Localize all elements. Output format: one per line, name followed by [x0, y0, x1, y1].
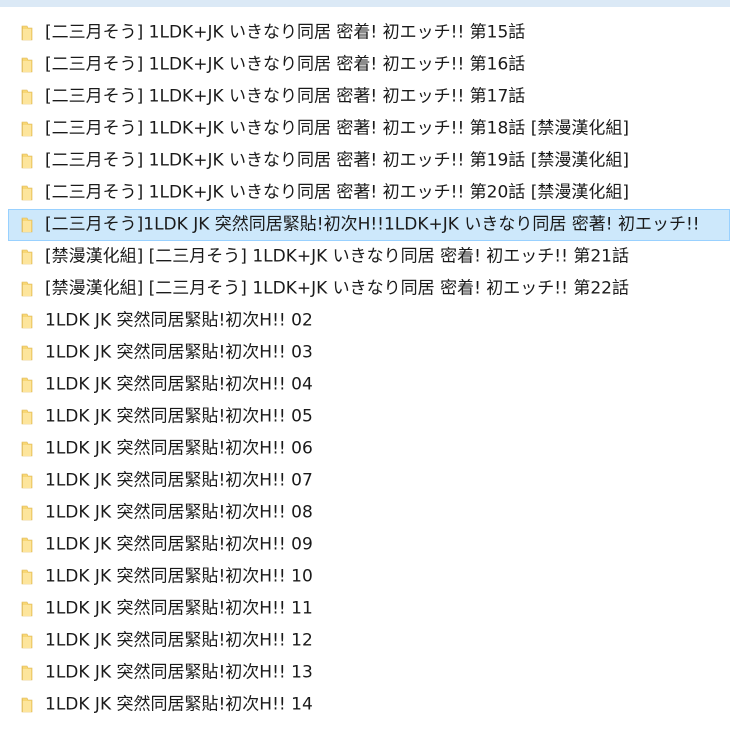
- folder-icon: [19, 89, 35, 105]
- folder-icon: [19, 473, 35, 489]
- folder-icon: [19, 153, 35, 169]
- folder-row[interactable]: 1LDK JK 突然同居緊貼!初次H!! 11: [0, 593, 730, 625]
- file-list: [二三月そう] 1LDK+JK いきなり同居 密着! 初エッチ!! 第15話 [二…: [0, 17, 730, 721]
- folder-name: 1LDK JK 突然同居緊貼!初次H!! 14: [45, 694, 313, 715]
- folder-name: [二三月そう] 1LDK+JK いきなり同居 密著! 初エッチ!! 第20話 […: [45, 182, 629, 203]
- folder-name: 1LDK JK 突然同居緊貼!初次H!! 10: [45, 566, 313, 587]
- folder-icon: [19, 697, 35, 713]
- folder-row[interactable]: 1LDK JK 突然同居緊貼!初次H!! 10: [0, 561, 730, 593]
- folder-row[interactable]: [禁漫漢化組] [二三月そう] 1LDK+JK いきなり同居 密着! 初エッチ!…: [0, 241, 730, 273]
- folder-name: [禁漫漢化組] [二三月そう] 1LDK+JK いきなり同居 密着! 初エッチ!…: [45, 246, 629, 267]
- folder-row[interactable]: [二三月そう] 1LDK+JK いきなり同居 密着! 初エッチ!! 第16話: [0, 49, 730, 81]
- folder-row[interactable]: 1LDK JK 突然同居緊貼!初次H!! 02: [0, 305, 730, 337]
- folder-icon: [19, 665, 35, 681]
- folder-row[interactable]: 1LDK JK 突然同居緊貼!初次H!! 14: [0, 689, 730, 721]
- folder-icon: [19, 505, 35, 521]
- folder-icon: [19, 57, 35, 73]
- folder-icon: [19, 409, 35, 425]
- folder-name: 1LDK JK 突然同居緊貼!初次H!! 04: [45, 374, 313, 395]
- folder-icon: [19, 345, 35, 361]
- folder-row[interactable]: 1LDK JK 突然同居緊貼!初次H!! 12: [0, 625, 730, 657]
- folder-name: 1LDK JK 突然同居緊貼!初次H!! 05: [45, 406, 313, 427]
- folder-name: [禁漫漢化組] [二三月そう] 1LDK+JK いきなり同居 密着! 初エッチ!…: [45, 278, 629, 299]
- folder-row[interactable]: [二三月そう] 1LDK+JK いきなり同居 密着! 初エッチ!! 第15話: [0, 17, 730, 49]
- folder-icon: [19, 313, 35, 329]
- folder-icon: [19, 601, 35, 617]
- folder-row[interactable]: 1LDK JK 突然同居緊貼!初次H!! 13: [0, 657, 730, 689]
- folder-row[interactable]: 1LDK JK 突然同居緊貼!初次H!! 04: [0, 369, 730, 401]
- folder-icon: [19, 633, 35, 649]
- folder-name: 1LDK JK 突然同居緊貼!初次H!! 08: [45, 502, 313, 523]
- folder-row[interactable]: 1LDK JK 突然同居緊貼!初次H!! 06: [0, 433, 730, 465]
- folder-name: 1LDK JK 突然同居緊貼!初次H!! 13: [45, 662, 313, 683]
- folder-icon: [19, 569, 35, 585]
- folder-row[interactable]: [二三月そう] 1LDK+JK いきなり同居 密著! 初エッチ!! 第18話 […: [0, 113, 730, 145]
- folder-row[interactable]: [二三月そう] 1LDK+JK いきなり同居 密著! 初エッチ!! 第19話 […: [0, 145, 730, 177]
- folder-icon: [19, 249, 35, 265]
- folder-icon: [19, 217, 35, 233]
- folder-row[interactable]: [二三月そう] 1LDK+JK いきなり同居 密著! 初エッチ!! 第17話: [0, 81, 730, 113]
- folder-name: [二三月そう] 1LDK+JK いきなり同居 密著! 初エッチ!! 第18話 […: [45, 118, 629, 139]
- folder-name: 1LDK JK 突然同居緊貼!初次H!! 11: [45, 598, 313, 619]
- folder-name: 1LDK JK 突然同居緊貼!初次H!! 07: [45, 470, 313, 491]
- folder-row[interactable]: [二三月そう]1LDK JK 突然同居緊貼!初次H!!1LDK+JK いきなり同…: [8, 209, 730, 241]
- folder-row[interactable]: 1LDK JK 突然同居緊貼!初次H!! 03: [0, 337, 730, 369]
- folder-name: [二三月そう]1LDK JK 突然同居緊貼!初次H!!1LDK+JK いきなり同…: [45, 214, 700, 235]
- folder-icon: [19, 25, 35, 41]
- folder-name: [二三月そう] 1LDK+JK いきなり同居 密着! 初エッチ!! 第15話: [45, 22, 526, 43]
- folder-icon: [19, 537, 35, 553]
- header-strip: [0, 0, 730, 7]
- folder-icon: [19, 121, 35, 137]
- folder-icon: [19, 377, 35, 393]
- folder-name: [二三月そう] 1LDK+JK いきなり同居 密著! 初エッチ!! 第19話 […: [45, 150, 629, 171]
- folder-icon: [19, 185, 35, 201]
- folder-name: 1LDK JK 突然同居緊貼!初次H!! 09: [45, 534, 313, 555]
- folder-name: 1LDK JK 突然同居緊貼!初次H!! 12: [45, 630, 313, 651]
- folder-row[interactable]: 1LDK JK 突然同居緊貼!初次H!! 05: [0, 401, 730, 433]
- folder-name: 1LDK JK 突然同居緊貼!初次H!! 02: [45, 310, 313, 331]
- folder-name: 1LDK JK 突然同居緊貼!初次H!! 03: [45, 342, 313, 363]
- folder-row[interactable]: 1LDK JK 突然同居緊貼!初次H!! 07: [0, 465, 730, 497]
- folder-icon: [19, 281, 35, 297]
- folder-name: [二三月そう] 1LDK+JK いきなり同居 密着! 初エッチ!! 第16話: [45, 54, 526, 75]
- folder-row[interactable]: [禁漫漢化組] [二三月そう] 1LDK+JK いきなり同居 密着! 初エッチ!…: [0, 273, 730, 305]
- folder-row[interactable]: 1LDK JK 突然同居緊貼!初次H!! 08: [0, 497, 730, 529]
- folder-icon: [19, 441, 35, 457]
- folder-name: [二三月そう] 1LDK+JK いきなり同居 密著! 初エッチ!! 第17話: [45, 86, 526, 107]
- folder-name: 1LDK JK 突然同居緊貼!初次H!! 06: [45, 438, 313, 459]
- folder-row[interactable]: 1LDK JK 突然同居緊貼!初次H!! 09: [0, 529, 730, 561]
- folder-row[interactable]: [二三月そう] 1LDK+JK いきなり同居 密著! 初エッチ!! 第20話 […: [0, 177, 730, 209]
